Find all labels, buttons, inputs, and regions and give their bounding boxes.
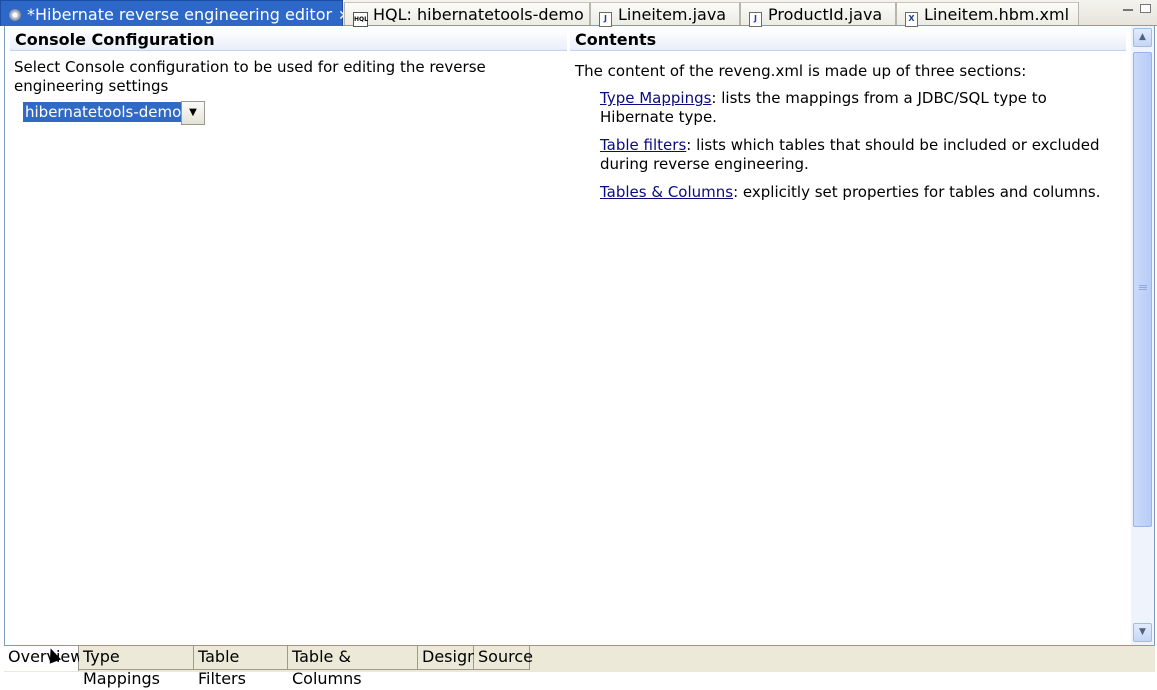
- vertical-scrollbar[interactable]: ▲ ▼: [1131, 26, 1154, 646]
- tab-type-mappings[interactable]: Type Mappings: [79, 646, 194, 688]
- contents-item-tables-columns: Tables & Columns: explicitly set propert…: [600, 183, 1120, 202]
- contents-intro: The content of the reveng.xml is made up…: [575, 62, 1027, 80]
- chevron-down-icon[interactable]: ▼: [181, 101, 205, 125]
- maximize-icon[interactable]: [1140, 4, 1151, 13]
- java-file-icon: J: [599, 12, 612, 27]
- scroll-thumb[interactable]: [1133, 52, 1152, 527]
- tab-table-filters[interactable]: Table Filters: [194, 646, 288, 688]
- tab-overview[interactable]: Overview: [4, 646, 83, 671]
- page-tab-strip: Overview Type Mappings Table Filters Tab…: [4, 645, 1155, 688]
- table-filters-link[interactable]: Table filters: [600, 136, 686, 154]
- tab-hql-editor[interactable]: HQL HQL: hibernatetools-demo: [344, 2, 590, 27]
- type-mappings-link[interactable]: Type Mappings: [600, 89, 711, 107]
- console-config-title: Console Configuration: [10, 29, 567, 51]
- tab-productid-java[interactable]: J ProductId.java: [740, 2, 896, 27]
- tab-label: *Hibernate reverse engineering editor: [27, 5, 333, 24]
- tab-design[interactable]: Design: [418, 646, 477, 670]
- grip-line: [1139, 289, 1147, 290]
- tab-source[interactable]: Source: [474, 646, 533, 670]
- tab-label: Lineitem.hbm.xml: [924, 5, 1070, 24]
- console-config-select[interactable]: hibernatetools-demo: [23, 102, 184, 122]
- overview-page: Console Configuration Select Console con…: [4, 26, 1155, 646]
- tables-columns-text: : explicitly set properties for tables a…: [733, 183, 1101, 201]
- reveng-icon: [9, 9, 21, 21]
- minimize-icon[interactable]: [1123, 9, 1133, 11]
- java-file-icon: J: [749, 12, 762, 27]
- editor-tab-strip: *Hibernate reverse engineering editor✕ H…: [0, 0, 1157, 27]
- tab-reveng-editor[interactable]: *Hibernate reverse engineering editor✕: [0, 0, 350, 26]
- scroll-up-button[interactable]: ▲: [1133, 28, 1152, 47]
- contents-item-type-mappings: Type Mappings: lists the mappings from a…: [600, 89, 1120, 127]
- grip-line: [1139, 287, 1147, 288]
- tab-lineitem-java[interactable]: J Lineitem.java: [590, 2, 740, 27]
- tab-label: HQL: hibernatetools-demo: [373, 5, 584, 24]
- tab-label: Lineitem.java: [618, 5, 727, 24]
- tab-lineitem-hbm-xml[interactable]: X Lineitem.hbm.xml: [896, 2, 1079, 27]
- contents-title: Contents: [570, 29, 1126, 51]
- contents-item-table-filters: Table filters: lists which tables that s…: [600, 136, 1120, 174]
- tab-label: ProductId.java: [768, 5, 883, 24]
- hql-icon: HQL: [353, 12, 368, 27]
- tab-table-columns[interactable]: Table & Columns: [288, 646, 418, 688]
- tables-columns-link[interactable]: Tables & Columns: [600, 183, 733, 201]
- console-config-description: Select Console configuration to be used …: [14, 58, 486, 95]
- scroll-down-button[interactable]: ▼: [1133, 623, 1152, 642]
- xml-file-icon: X: [905, 12, 918, 27]
- grip-line: [1139, 285, 1147, 286]
